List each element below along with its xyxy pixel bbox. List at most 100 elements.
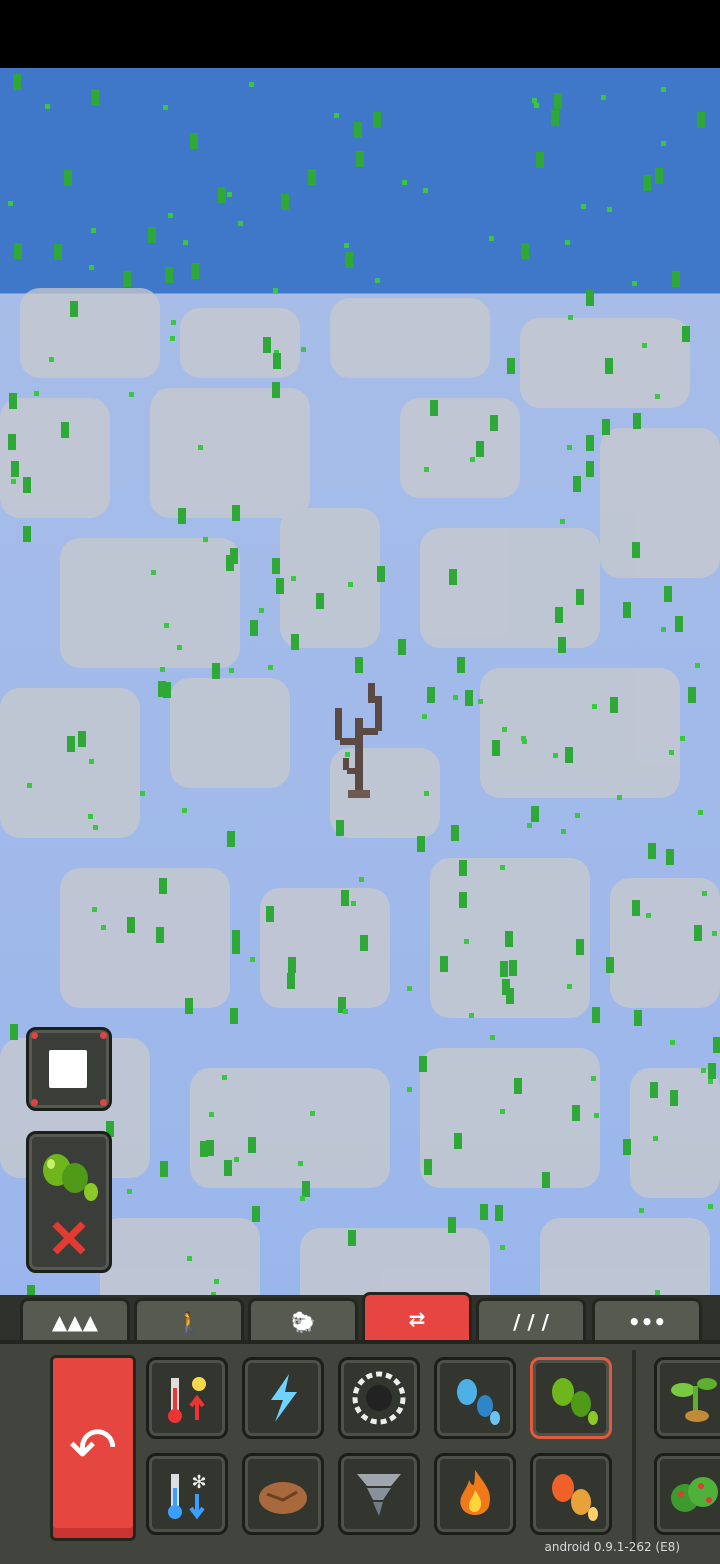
fertile-soil-tool[interactable] [242, 1453, 324, 1535]
seed-particle [273, 288, 278, 293]
seed-particle [200, 1141, 208, 1157]
seed-particle [407, 1087, 412, 1092]
deselect-close-icon[interactable] [49, 1218, 89, 1258]
cold-tool[interactable]: ✻ [146, 1453, 228, 1535]
seed-particle [375, 278, 380, 283]
seed-particle [191, 263, 199, 279]
undo-button[interactable]: ↶ [50, 1355, 136, 1541]
seed-particle [224, 1160, 232, 1176]
seed-particle [252, 1206, 260, 1222]
animal-icon: 🐑 [290, 1310, 316, 1334]
seed-particle [310, 1111, 315, 1116]
seed-particle [560, 519, 565, 524]
seed-particle [334, 113, 339, 118]
seed-particle [101, 925, 106, 930]
seed-particle [558, 637, 566, 653]
seed-particle [697, 112, 705, 128]
seed-particle [470, 457, 475, 462]
seed-particle [422, 714, 427, 719]
plant-sprout-icon [671, 1378, 717, 1422]
seed-particle [355, 657, 363, 673]
seed-particle [634, 1010, 642, 1026]
fire-tool[interactable] [434, 1453, 516, 1535]
seed-particle [440, 956, 448, 972]
fertile-soil-icon [259, 1482, 307, 1514]
seed-particle [476, 441, 484, 457]
seed-particle [185, 998, 193, 1014]
seed-particle [661, 627, 666, 632]
bush-tool[interactable] [654, 1453, 720, 1535]
seed-particle [592, 1007, 600, 1023]
fire-icon [460, 1470, 491, 1515]
seed-particle [178, 508, 186, 524]
tab-terrain[interactable]: ▲▲▲ [20, 1298, 130, 1343]
seed-particle [565, 240, 570, 245]
tornado-tool[interactable] [338, 1453, 420, 1535]
seed-particle [701, 1068, 706, 1073]
seed-particle [67, 736, 75, 752]
seed-particle [151, 570, 156, 575]
seed-particle [664, 586, 672, 602]
seed-particle [34, 391, 39, 396]
seed-particle [345, 752, 350, 757]
tab-animals[interactable]: 🐑 [248, 1298, 358, 1343]
tab-tools[interactable]: / / / [476, 1298, 586, 1343]
seed-particle [248, 1137, 256, 1153]
cold-snowflake-icon: ✻ [168, 1472, 207, 1520]
seed-particle [575, 813, 580, 818]
seed-particle [419, 1056, 427, 1072]
tab-nature[interactable]: ⇄ [362, 1292, 472, 1343]
seed-particle [183, 240, 188, 245]
seed-particle [276, 578, 284, 594]
brush-size-button[interactable] [26, 1027, 112, 1111]
rain-tool[interactable] [434, 1357, 516, 1439]
seed-particle [655, 394, 660, 399]
seed-particle [373, 112, 381, 128]
tab-creatures[interactable]: 🚶 [134, 1298, 244, 1343]
seed-particle [536, 152, 544, 168]
toolbar-divider [632, 1350, 636, 1550]
seed-particle [669, 750, 674, 755]
seed-particle [424, 791, 429, 796]
seed-particle [594, 1113, 599, 1118]
black-hole-tool[interactable] [338, 1357, 420, 1439]
seed-particle [348, 582, 353, 587]
lightning-tool[interactable] [242, 1357, 324, 1439]
seed-particle [708, 1063, 716, 1079]
seed-particle [457, 657, 465, 673]
heat-tool[interactable] [146, 1357, 228, 1439]
seed-particle [642, 343, 647, 348]
seed-particle [490, 415, 498, 431]
seed-particle [127, 917, 135, 933]
seed-particle [263, 337, 271, 353]
lava-tool[interactable] [530, 1453, 612, 1535]
seed-particle [356, 151, 364, 167]
tab-more[interactable]: ••• [592, 1298, 702, 1343]
seed-particle [655, 168, 663, 184]
undo-icon: ↶ [68, 1414, 118, 1482]
seed-particle [502, 727, 507, 732]
seed-particle [623, 602, 631, 618]
seed-particle [182, 808, 187, 813]
seed-particle [633, 413, 641, 429]
seed-particle [680, 736, 685, 741]
mountains-icon: ▲▲▲ [51, 1310, 99, 1334]
seed-particle [509, 960, 517, 976]
seed-particle [129, 392, 134, 397]
seed-particle [218, 187, 226, 203]
seed-particle [708, 1079, 713, 1084]
seed-particle [573, 476, 581, 492]
seed-particle [672, 271, 680, 287]
seed-particle [527, 823, 532, 828]
seed-particle [465, 690, 473, 706]
seed-particle [187, 1256, 192, 1261]
seed-particle [91, 89, 99, 105]
seed-particle [553, 753, 558, 758]
plant-tool[interactable] [654, 1357, 720, 1439]
seed-particle [500, 865, 505, 870]
seed-particle [344, 243, 349, 248]
seed-particle [351, 901, 356, 906]
seed-particle [212, 663, 220, 679]
seed-particle [694, 925, 702, 941]
acid-seeds-tool[interactable] [530, 1357, 612, 1439]
